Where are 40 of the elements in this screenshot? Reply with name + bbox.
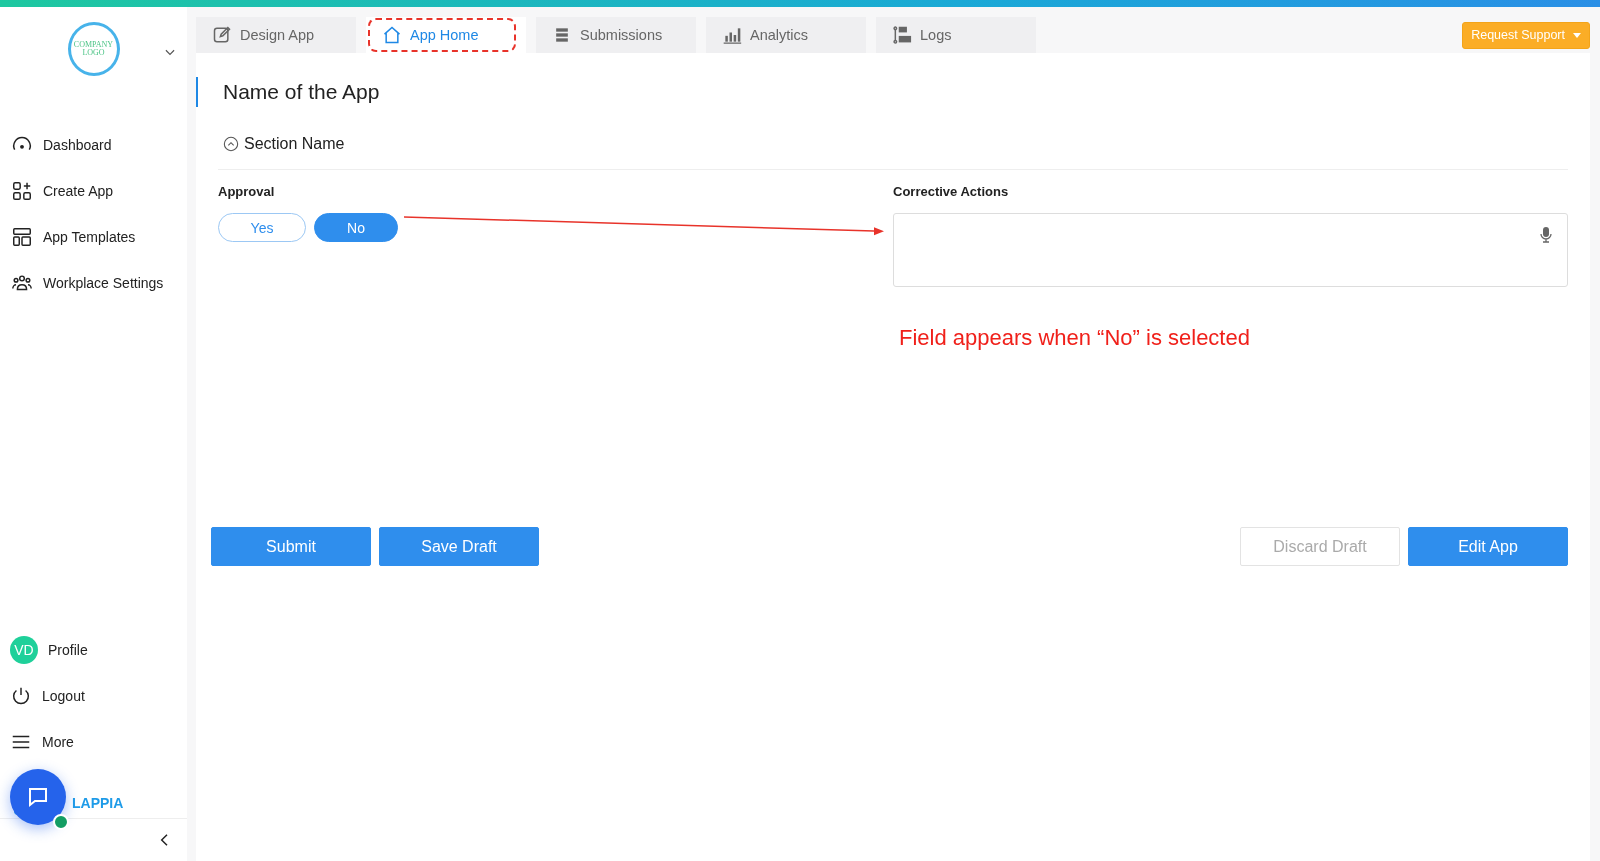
nav-item[interactable]: App Templates bbox=[11, 225, 187, 249]
microphone-icon[interactable] bbox=[1540, 227, 1552, 243]
brand-name: LAPPIA bbox=[72, 795, 124, 811]
action-button[interactable]: Save Draft bbox=[379, 527, 539, 566]
corrective-actions-label: Corrective Actions bbox=[893, 184, 1010, 199]
edit-icon bbox=[212, 25, 232, 45]
nav-item[interactable]: More bbox=[10, 730, 187, 754]
tab[interactable]: Logs bbox=[876, 17, 1036, 53]
logs-icon bbox=[892, 25, 912, 45]
tab[interactable]: Design App bbox=[196, 17, 356, 53]
avatar: VD bbox=[10, 636, 38, 664]
caret-icon bbox=[1573, 32, 1581, 38]
approval-label: Approval bbox=[218, 184, 276, 199]
tab[interactable]: Analytics bbox=[706, 17, 866, 53]
profile-label: Profile bbox=[48, 642, 88, 658]
nav-item[interactable]: Dashboard bbox=[11, 133, 187, 157]
power-icon bbox=[10, 685, 32, 707]
option-button[interactable]: No bbox=[314, 213, 398, 242]
accent-bar bbox=[196, 77, 198, 107]
app-title: Name of the App bbox=[223, 80, 380, 104]
company-logo: COMPANY LOGO bbox=[67, 22, 120, 76]
layout-icon bbox=[11, 226, 33, 248]
chat-button[interactable] bbox=[10, 769, 66, 825]
section-header[interactable]: Section Name bbox=[223, 131, 1568, 157]
add-grid-icon bbox=[11, 180, 33, 202]
tab[interactable]: App Home bbox=[366, 17, 526, 53]
home-icon bbox=[382, 25, 402, 45]
tab[interactable]: Submissions bbox=[536, 17, 696, 53]
action-button[interactable]: Submit bbox=[211, 527, 371, 566]
nav-item[interactable]: Logout bbox=[10, 684, 187, 708]
collapse-circle-icon bbox=[223, 136, 239, 152]
profile-item[interactable]: VD Profile bbox=[10, 638, 187, 662]
nav-item[interactable]: Workplace Settings bbox=[11, 271, 187, 295]
online-dot bbox=[53, 814, 69, 830]
chat-icon bbox=[26, 785, 50, 809]
bar-chart-icon bbox=[722, 25, 742, 45]
nav-item[interactable]: Create App bbox=[11, 179, 187, 203]
action-button[interactable]: Edit App bbox=[1408, 527, 1568, 566]
annotation-text: Field appears when “No” is selected bbox=[899, 325, 1251, 351]
option-button[interactable]: Yes bbox=[218, 213, 306, 242]
